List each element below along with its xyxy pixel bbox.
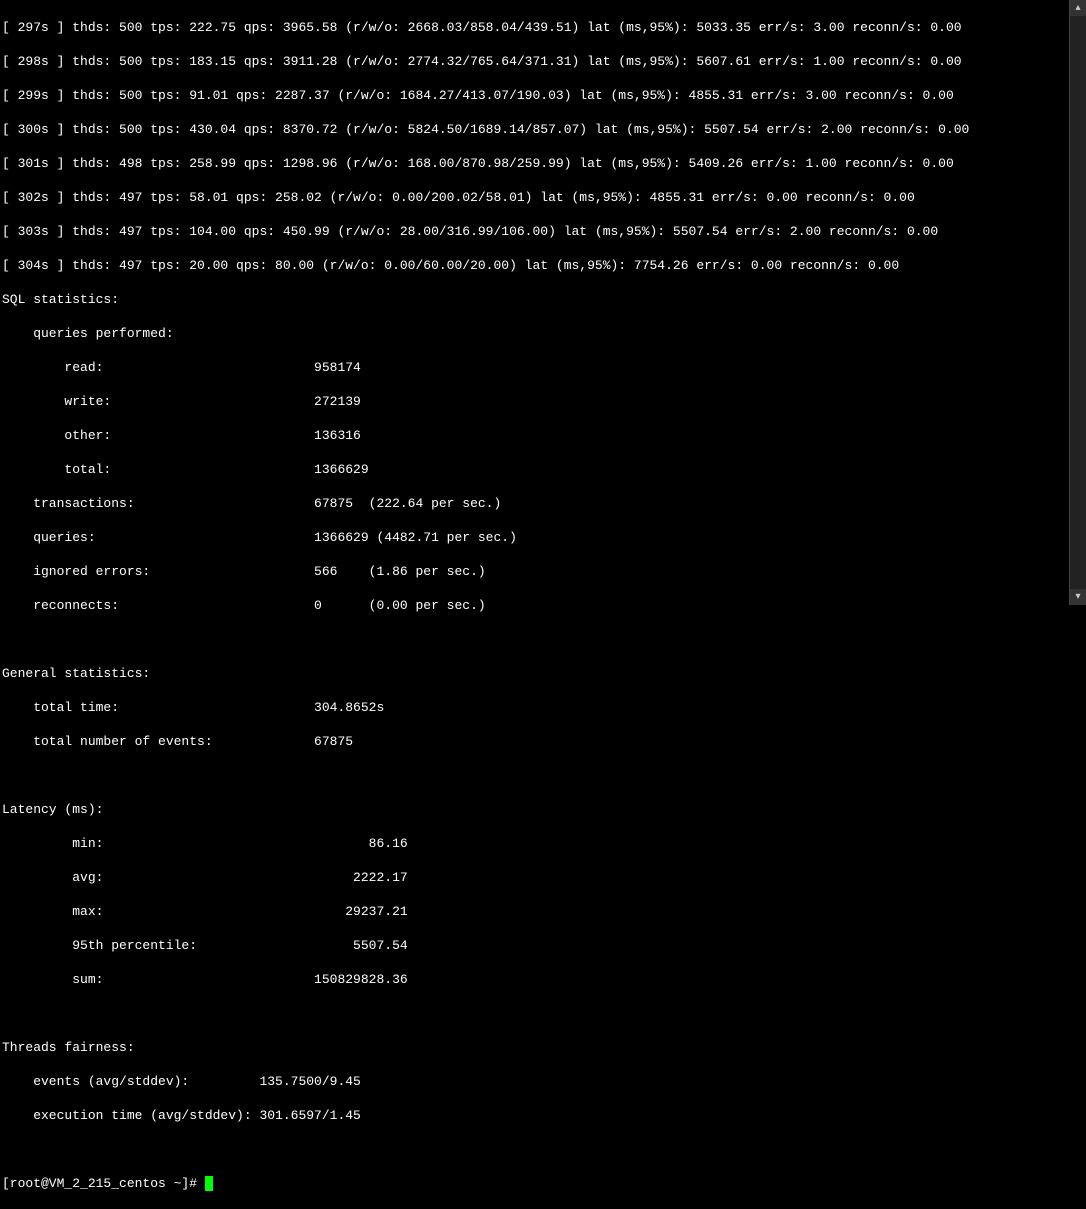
stat-line: total number of events: 67875	[2, 733, 1086, 750]
stat-line: queries performed:	[2, 325, 1086, 342]
log-line: [ 298s ] thds: 500 tps: 183.15 qps: 3911…	[2, 53, 1086, 70]
blank-line	[2, 767, 1086, 784]
stat-line: total time: 304.8652s	[2, 699, 1086, 716]
log-line: [ 301s ] thds: 498 tps: 258.99 qps: 1298…	[2, 155, 1086, 172]
scroll-down-icon[interactable]: ▾	[1070, 589, 1086, 605]
log-line: [ 297s ] thds: 500 tps: 222.75 qps: 3965…	[2, 19, 1086, 36]
cursor	[205, 1176, 213, 1191]
stat-line: sum: 150829828.36	[2, 971, 1086, 988]
log-line: [ 299s ] thds: 500 tps: 91.01 qps: 2287.…	[2, 87, 1086, 104]
prompt-text: [root@VM_2_215_centos ~]#	[2, 1176, 205, 1191]
stat-line: ignored errors: 566 (1.86 per sec.)	[2, 563, 1086, 580]
stat-line: transactions: 67875 (222.64 per sec.)	[2, 495, 1086, 512]
stat-line: 95th percentile: 5507.54	[2, 937, 1086, 954]
latency-header: Latency (ms):	[2, 801, 1086, 818]
stat-line: min: 86.16	[2, 835, 1086, 852]
blank-line	[2, 631, 1086, 648]
scrollbar[interactable]: ▴ ▾	[1069, 0, 1086, 605]
stat-line: write: 272139	[2, 393, 1086, 410]
stat-line: events (avg/stddev): 135.7500/9.45	[2, 1073, 1086, 1090]
log-line: [ 300s ] thds: 500 tps: 430.04 qps: 8370…	[2, 121, 1086, 138]
scroll-up-icon[interactable]: ▴	[1070, 0, 1086, 16]
blank-line	[2, 1005, 1086, 1022]
stat-line: max: 29237.21	[2, 903, 1086, 920]
stat-line: total: 1366629	[2, 461, 1086, 478]
log-line: [ 303s ] thds: 497 tps: 104.00 qps: 450.…	[2, 223, 1086, 240]
stat-line: other: 136316	[2, 427, 1086, 444]
shell-prompt[interactable]: [root@VM_2_215_centos ~]#	[2, 1175, 1086, 1192]
blank-line	[2, 1141, 1086, 1158]
threads-header: Threads fairness:	[2, 1039, 1086, 1056]
sql-stats-header: SQL statistics:	[2, 291, 1086, 308]
general-stats-header: General statistics:	[2, 665, 1086, 682]
log-line: [ 304s ] thds: 497 tps: 20.00 qps: 80.00…	[2, 257, 1086, 274]
stat-line: avg: 2222.17	[2, 869, 1086, 886]
stat-line: reconnects: 0 (0.00 per sec.)	[2, 597, 1086, 614]
stat-line: execution time (avg/stddev): 301.6597/1.…	[2, 1107, 1086, 1124]
stat-line: queries: 1366629 (4482.71 per sec.)	[2, 529, 1086, 546]
log-line: [ 302s ] thds: 497 tps: 58.01 qps: 258.0…	[2, 189, 1086, 206]
stat-line: read: 958174	[2, 359, 1086, 376]
